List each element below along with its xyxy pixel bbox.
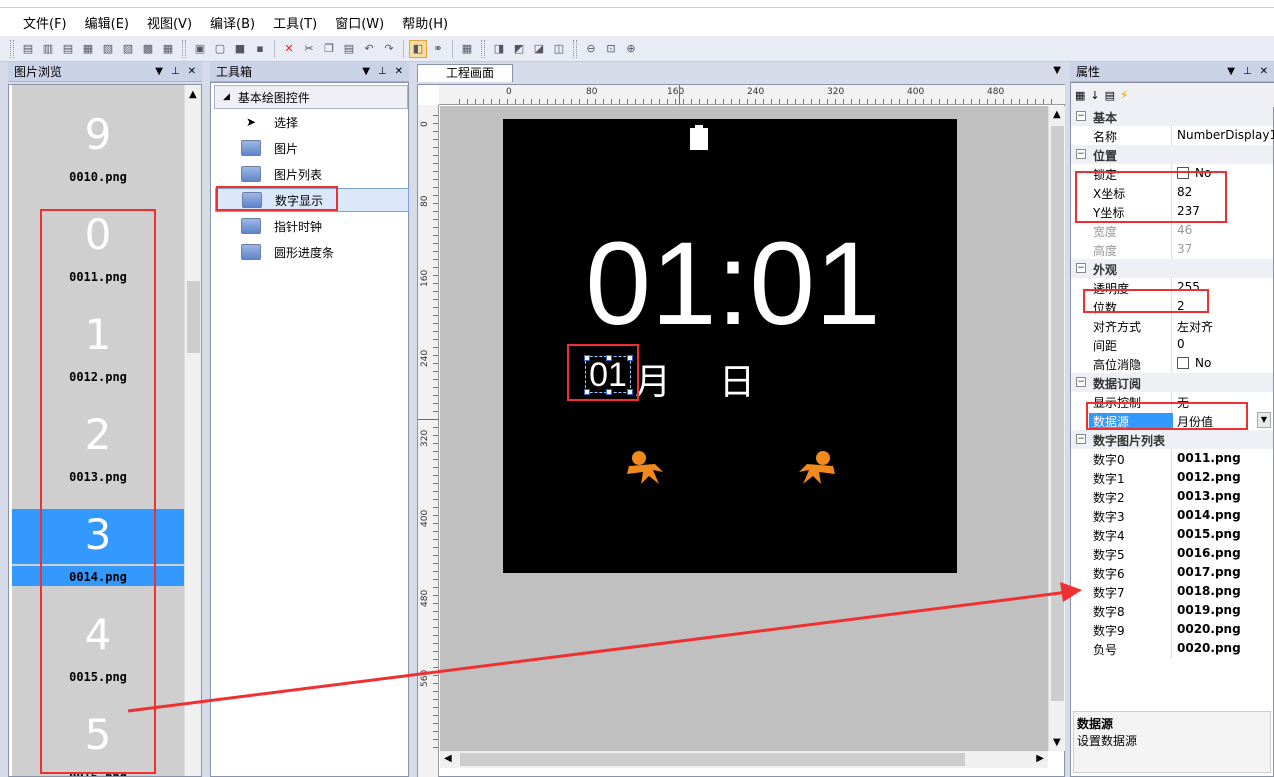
annotation-arrow xyxy=(127,582,1082,713)
